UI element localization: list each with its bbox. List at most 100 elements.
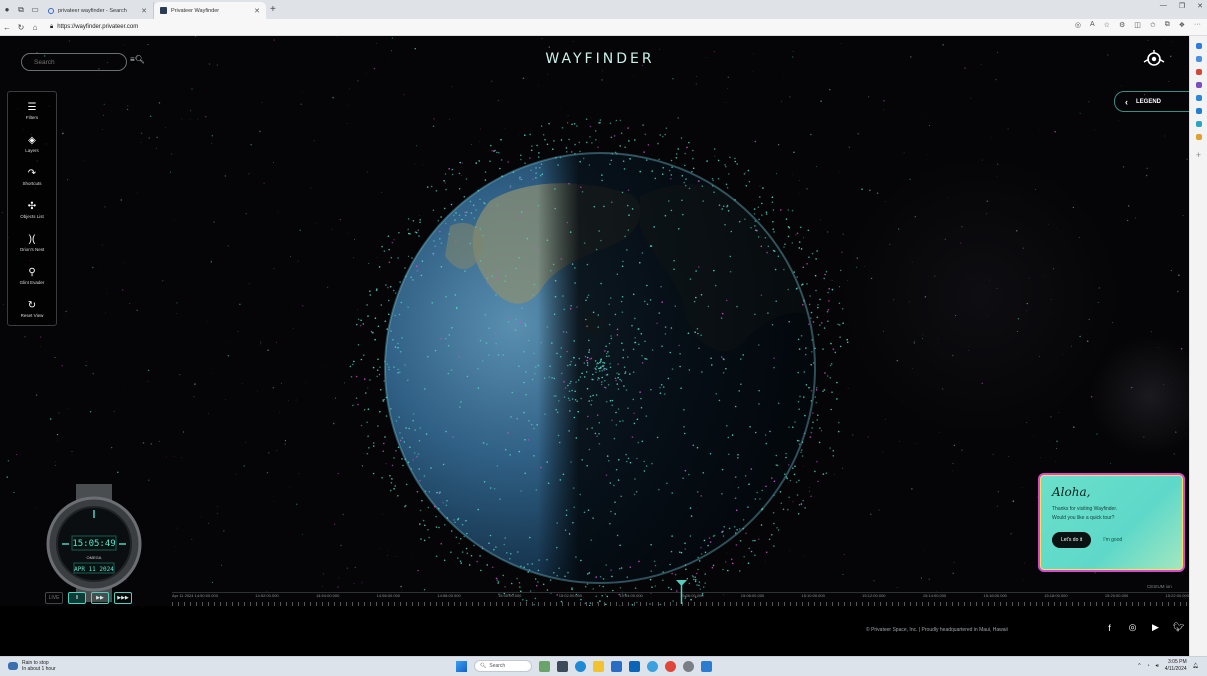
tools-icon[interactable] [1195, 69, 1202, 75]
tool-sidebar: ☰ Filters ◈ Layers ↷ Shortcuts ✣ Objects… [7, 91, 57, 326]
tool-layers[interactable]: ◈ Layers [8, 129, 56, 158]
url-field[interactable]: 🔒︎ https://wayfinder.privateer.com [50, 24, 138, 31]
fast-forward-button[interactable]: ▶▶ [91, 592, 109, 604]
search-input[interactable] [21, 53, 127, 71]
twitter-icon[interactable]: 🐦︎ [1173, 622, 1184, 633]
start-icon[interactable] [456, 660, 467, 672]
tool-filters[interactable]: ☰ Filters [8, 96, 56, 125]
tool-orions-nest[interactable]: )( Orion's Nest [8, 228, 56, 257]
tool-objects-list[interactable]: ✣ Objects List [8, 195, 56, 224]
games-icon[interactable] [1195, 82, 1202, 88]
refresh-icon[interactable]: ↻ [14, 23, 28, 32]
faster-forward-button[interactable]: ▶▶▶ [114, 592, 132, 604]
timeline-playhead[interactable] [676, 580, 687, 604]
tour-title: Aloha, [1052, 485, 1091, 499]
earth-globe[interactable] [340, 106, 860, 626]
site-info-icon[interactable]: ◎ [1075, 21, 1081, 29]
notifications-icon[interactable]: 🔔︎ [1193, 663, 1199, 669]
restore-icon[interactable]: ❐ [1179, 2, 1185, 10]
tab-actions-icon[interactable]: ▭ [28, 3, 42, 17]
taskbar-search-label: Search [489, 663, 506, 669]
weather-widget[interactable]: Rain to stop In about 1 hour [8, 660, 56, 672]
wallet-icon[interactable] [1195, 134, 1202, 140]
favorites-icon[interactable]: ✩ [1150, 21, 1156, 29]
close-tab-icon[interactable]: ✕ [141, 7, 147, 15]
app-icon[interactable] [647, 660, 658, 672]
user-menu-icon[interactable] [1141, 48, 1167, 70]
store-icon[interactable] [611, 660, 622, 672]
mail-icon[interactable] [629, 660, 640, 672]
back-icon[interactable]: ← [0, 23, 14, 32]
rain-cloud-icon [8, 662, 18, 670]
clock-date: 4/11/2024 [1164, 666, 1187, 672]
timeline-label: 14:58:00.000 [437, 593, 461, 598]
volume-icon[interactable]: 🔊︎ [1156, 663, 1159, 669]
widgets-icon[interactable] [539, 660, 550, 672]
extensions-icon[interactable]: ⚙ [1119, 21, 1125, 29]
decline-tour-button[interactable]: I'm good [1103, 537, 1122, 543]
search-icon: 🔍︎ [480, 663, 487, 669]
close-window-icon[interactable]: ✕ [1197, 2, 1203, 10]
chrome-icon[interactable] [665, 660, 676, 672]
profile-icon[interactable]: ● [0, 3, 14, 17]
legend-button[interactable]: ‹ LEGEND [1114, 91, 1189, 112]
network-icon[interactable]: ◔ [1147, 663, 1150, 669]
shortcuts-icon: ↷ [27, 167, 37, 179]
drop-icon[interactable] [1195, 121, 1202, 127]
live-button[interactable]: LIVE [45, 592, 63, 604]
tool-glint-evader[interactable]: ⚲ Glint Evader [8, 261, 56, 290]
read-aloud-icon[interactable]: A [1090, 21, 1095, 29]
glint-evader-icon: ⚲ [28, 266, 36, 278]
chevron-up-icon[interactable]: ^ [1138, 663, 1140, 669]
file-explorer-icon[interactable] [593, 660, 604, 672]
facebook-icon[interactable]: f [1104, 622, 1115, 633]
tour-message: Thanks for visiting Wayfinder. Would you… [1052, 505, 1171, 523]
edge-sidebar: + [1189, 36, 1207, 656]
search-sidebar-icon[interactable] [1195, 43, 1202, 49]
edge-icon[interactable] [575, 660, 586, 672]
photos-icon[interactable] [701, 660, 712, 672]
split-screen-icon[interactable]: ◫ [1134, 21, 1141, 29]
copilot-icon[interactable]: ❖ [1179, 21, 1185, 29]
instagram-icon[interactable]: ◎ [1127, 622, 1138, 633]
lock-icon: 🔒︎ [50, 23, 54, 30]
settings-icon[interactable] [683, 660, 694, 672]
reset-view-icon: ↻ [27, 299, 37, 311]
shopping-icon[interactable] [1195, 56, 1202, 62]
close-tab-icon[interactable]: ✕ [254, 7, 260, 15]
start-tour-button[interactable]: Let's do it [1052, 532, 1092, 548]
add-sidebar-icon[interactable]: + [1190, 150, 1207, 160]
tool-shortcuts[interactable]: ↷ Shortcuts [8, 162, 56, 191]
favorite-star-icon[interactable]: ☆ [1104, 21, 1110, 29]
tour-popup: Aloha, Thanks for visiting Wayfinder. Wo… [1038, 473, 1185, 572]
footer: © Privateer Space, Inc. | Proudly headqu… [0, 606, 1189, 656]
taskbar-search[interactable]: 🔍︎ Search [474, 660, 532, 672]
chevron-left-icon: ‹ [1125, 96, 1128, 107]
minimize-icon[interactable]: — [1160, 2, 1167, 10]
tab-wayfinder[interactable]: Privateer Wayfinder ✕ [154, 2, 266, 19]
browser-actions: ◎ A ☆ ⚙ ◫ ✩ ⧉ ❖ ··· [1075, 21, 1201, 29]
cesium-credit[interactable]: CESIUM ion [1147, 584, 1172, 589]
clock[interactable]: 3:05 PM 4/11/2024 [1165, 659, 1187, 673]
address-bar: ← ↻ ⌂ 🔒︎ https://wayfinder.privateer.com… [0, 19, 1207, 36]
tab-search[interactable]: privateer wayfinder - Search ✕ [42, 2, 154, 19]
browser-tab-bar: ● ⧉ ▭ privateer wayfinder - Search ✕ Pri… [0, 0, 1207, 19]
legend-label: LEGEND [1136, 98, 1162, 105]
omega-watch-clock: 15:05:49 OMEGA APR 11 2024 [46, 484, 142, 602]
timeline-label: 15:04:00.000 [619, 593, 643, 598]
tab-label: privateer wayfinder - Search [58, 7, 127, 14]
workspaces-icon[interactable]: ⧉ [14, 3, 28, 17]
new-tab-icon[interactable]: + [270, 4, 276, 15]
task-view-icon[interactable] [557, 660, 568, 672]
outlook-icon[interactable] [1195, 108, 1202, 114]
pause-button[interactable]: II [68, 592, 86, 604]
watch-time: 15:05:49 [72, 539, 115, 549]
youtube-icon[interactable]: ▶ [1150, 622, 1161, 633]
office-icon[interactable] [1195, 95, 1202, 101]
filter-search-icon[interactable]: ≡🔍︎ [130, 55, 145, 64]
more-icon[interactable]: ··· [1194, 21, 1201, 29]
wayfinder-app: ≡🔍︎ WAYFINDER ‹ LEGEND ☰ Filters ◈ Layer… [0, 36, 1189, 656]
home-icon[interactable]: ⌂ [28, 23, 42, 32]
tool-reset-view[interactable]: ↻ Reset View [8, 294, 56, 323]
collections-icon[interactable]: ⧉ [1165, 21, 1170, 29]
